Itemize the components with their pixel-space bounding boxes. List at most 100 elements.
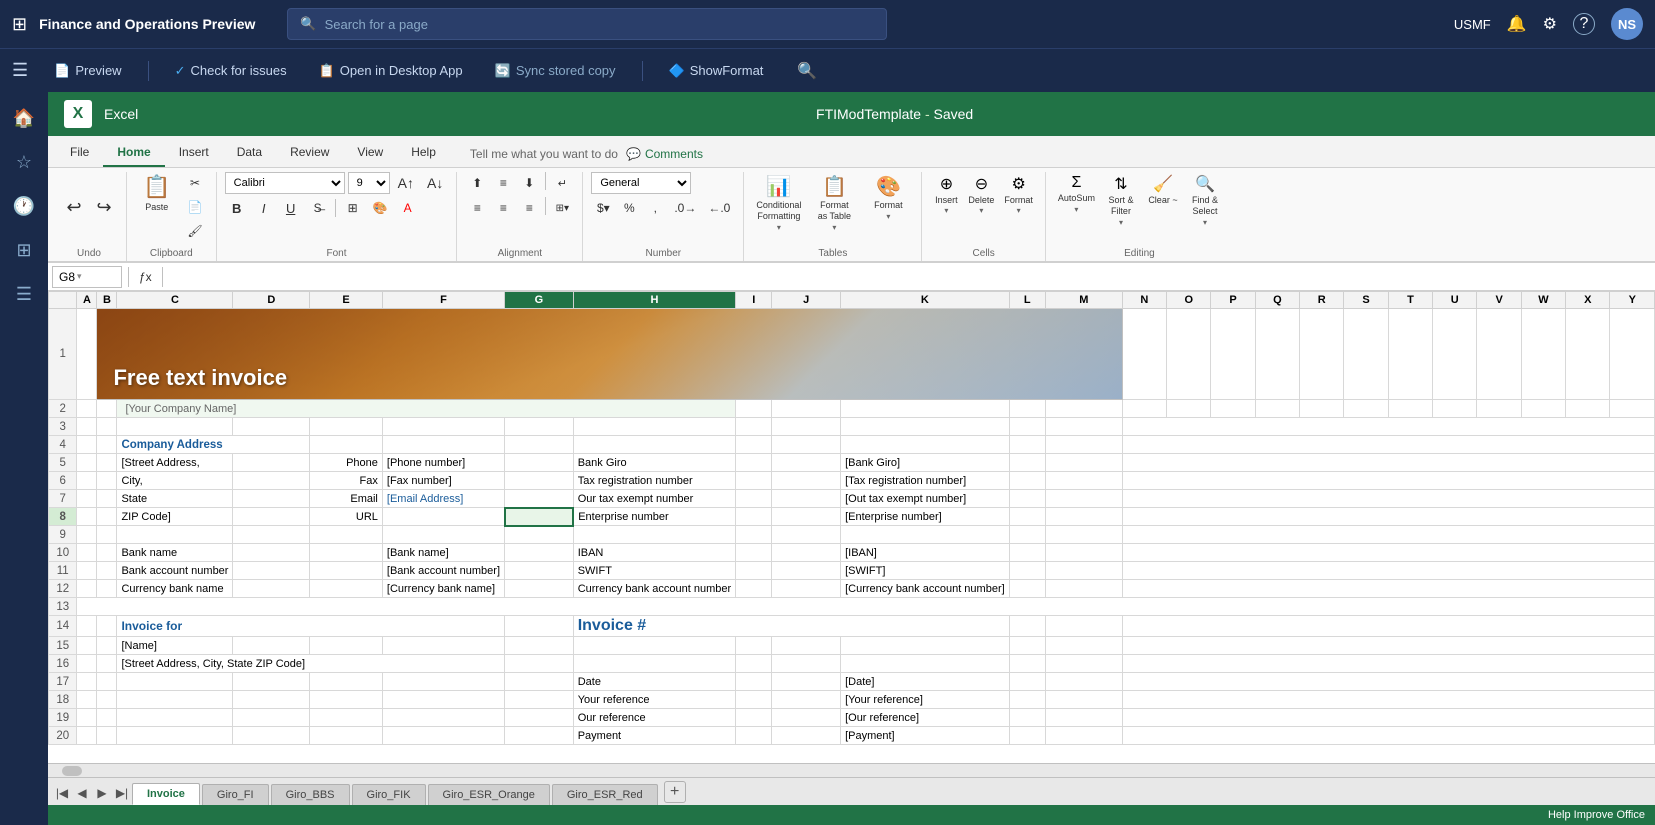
cell-K15[interactable] [841, 637, 1010, 655]
cell-G6[interactable] [505, 472, 574, 490]
cut-button[interactable]: ✂ [182, 172, 207, 194]
cell-D17[interactable] [233, 673, 310, 691]
open-desktop-button[interactable]: 📋 Open in Desktop App [313, 59, 469, 83]
sheet-tab-invoice[interactable]: Invoice [132, 783, 200, 805]
cell-Q2[interactable] [1255, 400, 1299, 418]
cell-A18[interactable] [77, 691, 97, 709]
app-search-icon[interactable]: 🔍 [797, 61, 817, 81]
cell-H18[interactable]: Your reference [573, 691, 735, 709]
cell-L11[interactable] [1009, 562, 1045, 580]
sheet-tab-giro-fi[interactable]: Giro_FI [202, 784, 269, 805]
col-header-T[interactable]: T [1388, 292, 1432, 309]
strikethrough-button[interactable]: S̶ [306, 197, 330, 219]
col-header-J[interactable]: J [772, 292, 841, 309]
cell-rest6[interactable] [1122, 472, 1654, 490]
copy-button[interactable]: 📄 [182, 196, 207, 218]
number-format-select[interactable]: General [591, 172, 691, 194]
cell-E20[interactable] [310, 727, 383, 745]
cell-K7[interactable]: [Out tax exempt number] [841, 490, 1010, 508]
cell-A19[interactable] [77, 709, 97, 727]
col-header-O[interactable]: O [1167, 292, 1211, 309]
cell-B12[interactable] [97, 580, 117, 598]
cell-L19[interactable] [1009, 709, 1045, 727]
align-middle-button[interactable]: ≡ [491, 172, 515, 194]
workspaces-sidebar-icon[interactable]: ⊞ [6, 232, 42, 268]
cell-L17[interactable] [1009, 673, 1045, 691]
cell-F18[interactable] [382, 691, 504, 709]
comma-button[interactable]: , [643, 197, 667, 219]
tab-data[interactable]: Data [223, 139, 276, 167]
cell-rest20[interactable] [1122, 727, 1654, 745]
avatar[interactable]: NS [1611, 8, 1643, 40]
col-header-V[interactable]: V [1477, 292, 1521, 309]
cell-K8[interactable]: [Enterprise number] [841, 508, 1010, 526]
clear-button[interactable]: 🧹 Clear ~ [1143, 172, 1183, 208]
cell-J3[interactable] [772, 418, 841, 436]
cell-B7[interactable] [97, 490, 117, 508]
cell-A15[interactable] [77, 637, 97, 655]
cell-E3[interactable] [310, 418, 383, 436]
modules-sidebar-icon[interactable]: ☰ [6, 276, 42, 312]
cell-P2[interactable] [1211, 400, 1255, 418]
cell-C6[interactable]: City, [117, 472, 233, 490]
cell-Q1[interactable] [1255, 309, 1299, 400]
cell-F5[interactable]: [Phone number] [382, 454, 504, 472]
cell-E4[interactable] [310, 436, 383, 454]
decrease-font-button[interactable]: A↓ [422, 172, 448, 194]
preview-button[interactable]: 📄 Preview [48, 59, 127, 83]
tab-view[interactable]: View [343, 139, 397, 167]
cell-M2[interactable] [1045, 400, 1122, 418]
cell-L5[interactable] [1009, 454, 1045, 472]
cell-E12[interactable] [310, 580, 383, 598]
col-header-C[interactable]: C [117, 292, 233, 309]
cell-D5[interactable] [233, 454, 310, 472]
cell-A12[interactable] [77, 580, 97, 598]
cell-H4[interactable] [573, 436, 735, 454]
cell-M18[interactable] [1045, 691, 1122, 709]
function-icon[interactable]: ƒx [135, 270, 156, 284]
cell-C15[interactable]: [Name] [117, 637, 233, 655]
cell-I9[interactable] [736, 526, 772, 544]
cell-H15[interactable] [573, 637, 735, 655]
cell-H6[interactable]: Tax registration number [573, 472, 735, 490]
cell-F6[interactable]: [Fax number] [382, 472, 504, 490]
cell-rest11[interactable] [1122, 562, 1654, 580]
cell-W2[interactable] [1521, 400, 1565, 418]
cell-U2[interactable] [1433, 400, 1477, 418]
col-header-U[interactable]: U [1433, 292, 1477, 309]
cell-L18[interactable] [1009, 691, 1045, 709]
cell-I18[interactable] [736, 691, 772, 709]
cell-Y2[interactable] [1610, 400, 1655, 418]
cell-B9[interactable] [97, 526, 117, 544]
bell-icon[interactable]: 🔔 [1507, 14, 1527, 34]
cell-M10[interactable] [1045, 544, 1122, 562]
align-left-button[interactable]: ≡ [465, 197, 489, 219]
col-header-D[interactable]: D [233, 292, 310, 309]
cell-D12[interactable] [233, 580, 310, 598]
horizontal-scrollbar[interactable] [48, 763, 1655, 777]
cell-rest5[interactable] [1122, 454, 1654, 472]
cell-B16[interactable] [97, 655, 117, 673]
sheet-nav-next[interactable]: ▶ [92, 783, 112, 803]
cell-K10[interactable]: [IBAN] [841, 544, 1010, 562]
cell-F10[interactable]: [Bank name] [382, 544, 504, 562]
cell-I7[interactable] [736, 490, 772, 508]
cell-F12[interactable]: [Currency bank name] [382, 580, 504, 598]
cell-G8[interactable] [505, 508, 574, 526]
cell-G10[interactable] [505, 544, 574, 562]
sheet-nav-prev[interactable]: ◀ [72, 783, 92, 803]
cell-A7[interactable] [77, 490, 97, 508]
cell-T1[interactable] [1388, 309, 1432, 400]
cell-X1[interactable] [1566, 309, 1610, 400]
tab-home[interactable]: Home [103, 139, 164, 167]
sheet-tab-giro-esr-red[interactable]: Giro_ESR_Red [552, 784, 658, 805]
cell-A20[interactable] [77, 727, 97, 745]
cell-A11[interactable] [77, 562, 97, 580]
sort-filter-button[interactable]: ⇅ Sort &Filter ▾ [1101, 172, 1141, 229]
cell-G11[interactable] [505, 562, 574, 580]
help-icon[interactable]: ? [1573, 13, 1595, 35]
cell-C7[interactable]: State [117, 490, 233, 508]
col-header-A[interactable]: A [77, 292, 97, 309]
font-name-select[interactable]: Calibri [225, 172, 345, 194]
wrap-text-button[interactable]: ↵ [550, 172, 574, 194]
